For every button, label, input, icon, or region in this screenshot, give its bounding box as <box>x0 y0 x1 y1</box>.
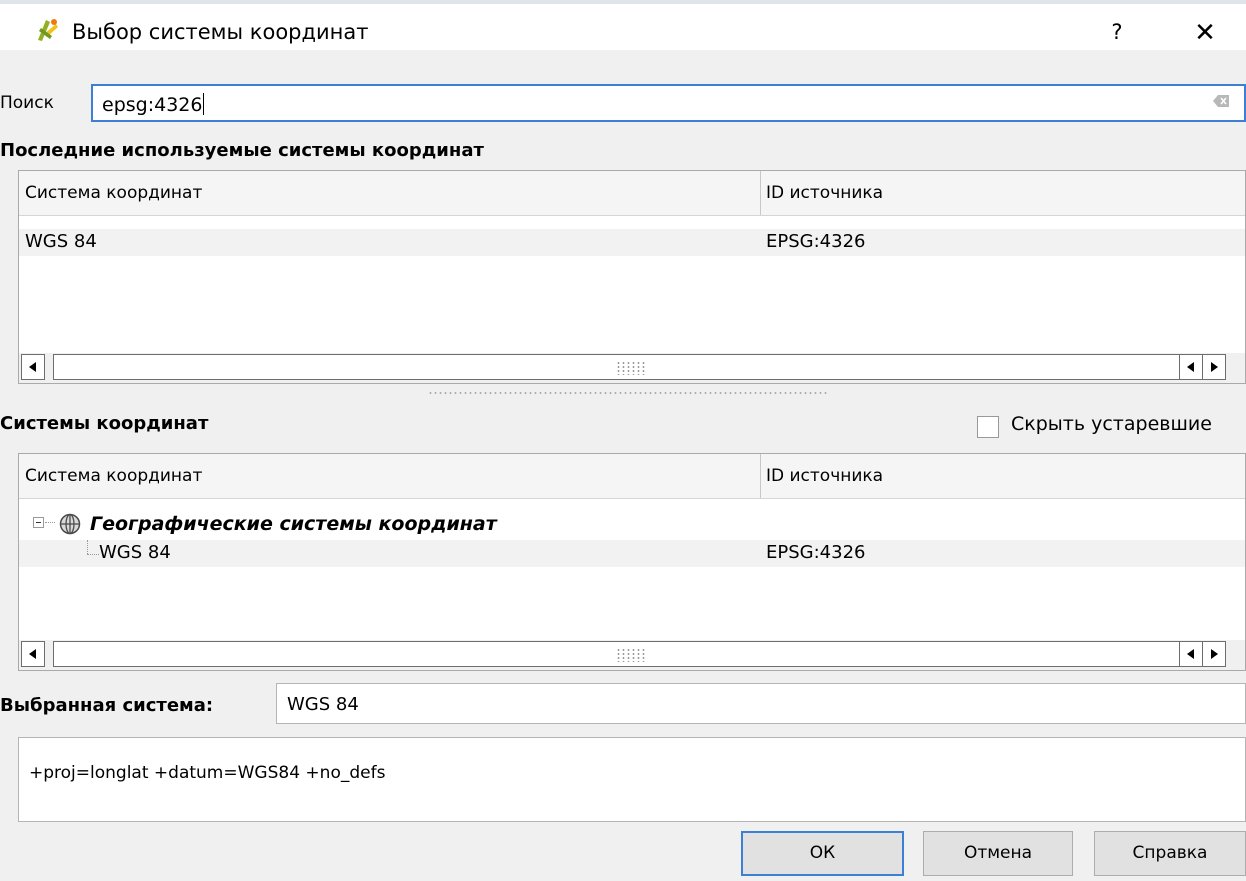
column-header-crs[interactable]: Система координат <box>25 466 202 486</box>
search-input-value: epsg:4326 <box>102 94 203 116</box>
recent-crs-table[interactable]: Система координат ID источника WGS 84 EP… <box>18 170 1246 384</box>
scrollbar-thumb[interactable] <box>53 354 1191 380</box>
arrow-right-icon <box>1211 649 1218 659</box>
clear-search-icon[interactable] <box>1213 95 1229 107</box>
arrow-right-icon <box>1211 362 1218 372</box>
cancel-button[interactable]: Отмена <box>923 831 1073 876</box>
text-caret <box>203 93 205 115</box>
tree-connector <box>45 522 55 523</box>
proj-definition-text[interactable]: +proj=longlat +datum=WGS84 +no_defs <box>18 737 1246 822</box>
arrow-left-icon <box>1187 649 1194 659</box>
crs-name-cell: WGS 84 <box>99 542 171 563</box>
help-button[interactable]: ? <box>1104 20 1130 48</box>
help-dialog-button[interactable]: Справка <box>1094 831 1246 876</box>
scroll-left-button-secondary[interactable] <box>1179 354 1203 380</box>
hide-deprecated-checkbox[interactable] <box>977 416 999 438</box>
recent-crs-title: Последние используемые системы координат <box>0 140 484 161</box>
tree-group-row[interactable]: Географические системы координат <box>19 513 1245 539</box>
scroll-right-button[interactable] <box>1202 354 1226 380</box>
selected-crs-field[interactable]: WGS 84 <box>276 683 1246 724</box>
crs-tree-table[interactable]: Система координат ID источника Географич… <box>18 453 1246 671</box>
scroll-left-button[interactable] <box>21 354 45 380</box>
column-header-authority-id[interactable]: ID источника <box>766 466 883 486</box>
tree-connector <box>87 554 99 555</box>
tree-connector <box>87 540 88 554</box>
scroll-left-button[interactable] <box>21 641 45 667</box>
scrollbar-thumb[interactable] <box>53 641 1191 667</box>
column-header-crs[interactable]: Система координат <box>25 183 202 203</box>
scroll-right-button[interactable] <box>1202 641 1226 667</box>
crs-tree-header: Система координат ID источника <box>19 454 1245 499</box>
close-button[interactable]: ✕ <box>1190 18 1220 48</box>
search-label: Поиск <box>0 93 54 113</box>
title-bar: Выбор системы координат ? ✕ <box>0 4 1246 50</box>
grip-icon <box>616 361 646 375</box>
recent-crs-header: Система координат ID источника <box>19 171 1245 216</box>
column-header-authority-id[interactable]: ID источника <box>766 183 883 203</box>
scroll-left-button-secondary[interactable] <box>1179 641 1203 667</box>
table-row[interactable]: WGS 84 EPSG:4326 <box>19 540 1245 567</box>
selected-crs-label: Выбранная система: <box>0 695 214 716</box>
crs-name-cell: WGS 84 <box>25 231 97 252</box>
grip-icon <box>616 648 646 662</box>
horizontal-scrollbar[interactable] <box>19 353 1245 383</box>
ok-button[interactable]: ОК <box>741 831 904 876</box>
crs-section-title: Системы координат <box>0 413 209 434</box>
tree-group-label: Географические системы координат <box>90 513 497 535</box>
globe-icon <box>59 513 81 535</box>
window-title: Выбор системы координат <box>72 20 369 44</box>
column-divider <box>760 454 761 498</box>
arrow-left-icon <box>29 649 36 659</box>
hide-deprecated-label[interactable]: Скрыть устаревшие <box>1011 413 1212 435</box>
horizontal-scrollbar[interactable] <box>19 640 1245 670</box>
arrow-left-icon <box>29 362 36 372</box>
crs-id-cell: EPSG:4326 <box>766 231 866 252</box>
search-input[interactable]: epsg:4326 <box>91 84 1246 122</box>
qgis-logo-icon <box>38 19 58 41</box>
collapse-toggle-icon[interactable] <box>33 517 44 528</box>
column-divider <box>760 171 761 215</box>
crs-id-cell: EPSG:4326 <box>766 542 866 563</box>
arrow-left-icon <box>1187 362 1194 372</box>
table-row[interactable]: WGS 84 EPSG:4326 <box>19 229 1245 256</box>
splitter-handle[interactable] <box>428 391 828 395</box>
